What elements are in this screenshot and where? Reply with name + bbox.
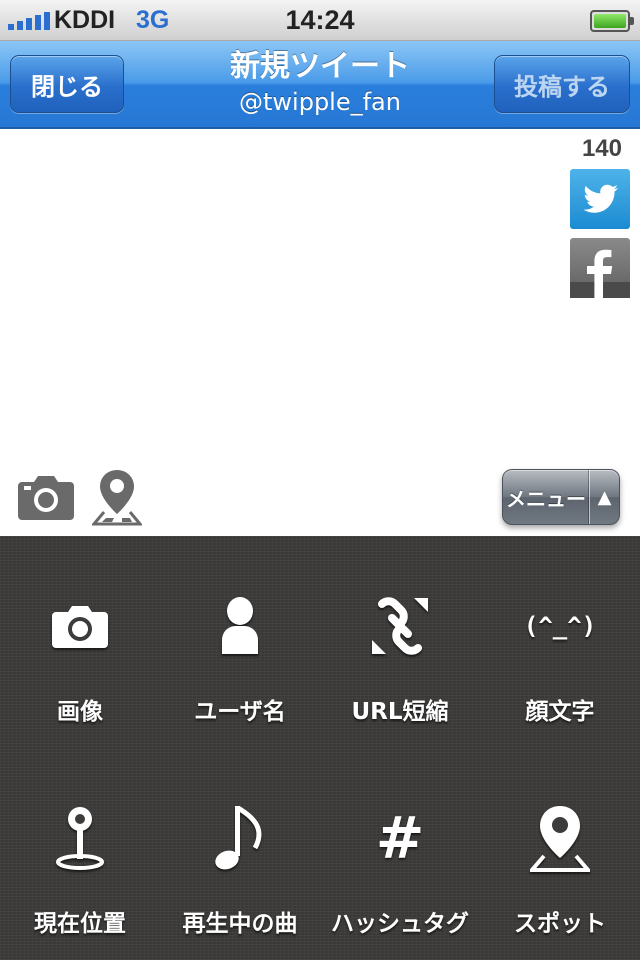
facebook-toggle-button[interactable]	[570, 238, 630, 298]
menu-item-url-shorten[interactable]: URL短縮	[320, 536, 480, 748]
menu-item-current-location[interactable]: 現在位置	[0, 748, 160, 960]
navigation-bar: 閉じる 新規ツイート @twipple_fan 投稿する	[0, 41, 640, 129]
menu-item-label: URL短縮	[351, 699, 449, 725]
menu-item-now-playing[interactable]: 再生中の曲	[160, 748, 320, 960]
nav-title-block: 新規ツイート @twipple_fan	[150, 47, 490, 117]
camera-icon	[52, 606, 108, 648]
menu-item-emoticon[interactable]: (^_^) 顔文字	[480, 536, 640, 748]
menu-toggle-label: メニュー	[506, 486, 586, 511]
menu-toggle-button[interactable]: メニュー ▲	[502, 469, 620, 525]
menu-item-label: 現在位置	[34, 911, 126, 937]
twitter-bird-icon	[583, 184, 618, 213]
menu-item-label: スポット	[514, 911, 606, 937]
triangle-up-icon: ▲	[597, 486, 612, 508]
menu-item-spot[interactable]: スポット	[480, 748, 640, 960]
menu-panel: 画像 ユーザ名 URL短縮 (^_^) 顔文字 現在位置 再生中の曲 # ハッシ…	[0, 536, 640, 960]
menu-item-label: 再生中の曲	[182, 911, 298, 937]
menu-item-image[interactable]: 画像	[0, 536, 160, 748]
link-shorten-icon	[372, 597, 428, 655]
user-icon	[222, 597, 258, 654]
char-count: 140	[581, 135, 622, 162]
menu-item-label: 顔文字	[525, 699, 595, 725]
page-title: 新規ツイート	[230, 49, 410, 84]
menu-item-label: 画像	[57, 699, 103, 725]
attach-location-icon[interactable]	[90, 468, 144, 530]
music-note-icon	[215, 805, 262, 870]
tweet-compose-area[interactable]: 140 メニュー ▲	[0, 129, 640, 536]
emoticon-icon: (^_^)	[523, 612, 597, 640]
battery-icon	[590, 10, 634, 32]
facebook-icon	[570, 249, 630, 298]
menu-item-hashtag[interactable]: # ハッシュタグ	[320, 748, 480, 960]
status-time: 14:24	[285, 5, 355, 35]
menu-item-label: ハッシュタグ	[331, 911, 469, 937]
post-button[interactable]: 投稿する	[494, 55, 630, 113]
menu-item-username[interactable]: ユーザ名	[160, 536, 320, 748]
hashtag-icon: #	[375, 804, 425, 872]
current-location-icon	[56, 807, 104, 870]
status-bar: KDDI 3G 14:24	[0, 0, 640, 41]
spot-pin-icon	[530, 806, 590, 872]
attach-photo-icon[interactable]	[18, 474, 74, 524]
close-button[interactable]: 閉じる	[10, 55, 124, 113]
menu-item-label: ユーザ名	[194, 699, 286, 725]
account-name: @twipple_fan	[239, 88, 401, 116]
twitter-toggle-button[interactable]	[570, 169, 630, 229]
